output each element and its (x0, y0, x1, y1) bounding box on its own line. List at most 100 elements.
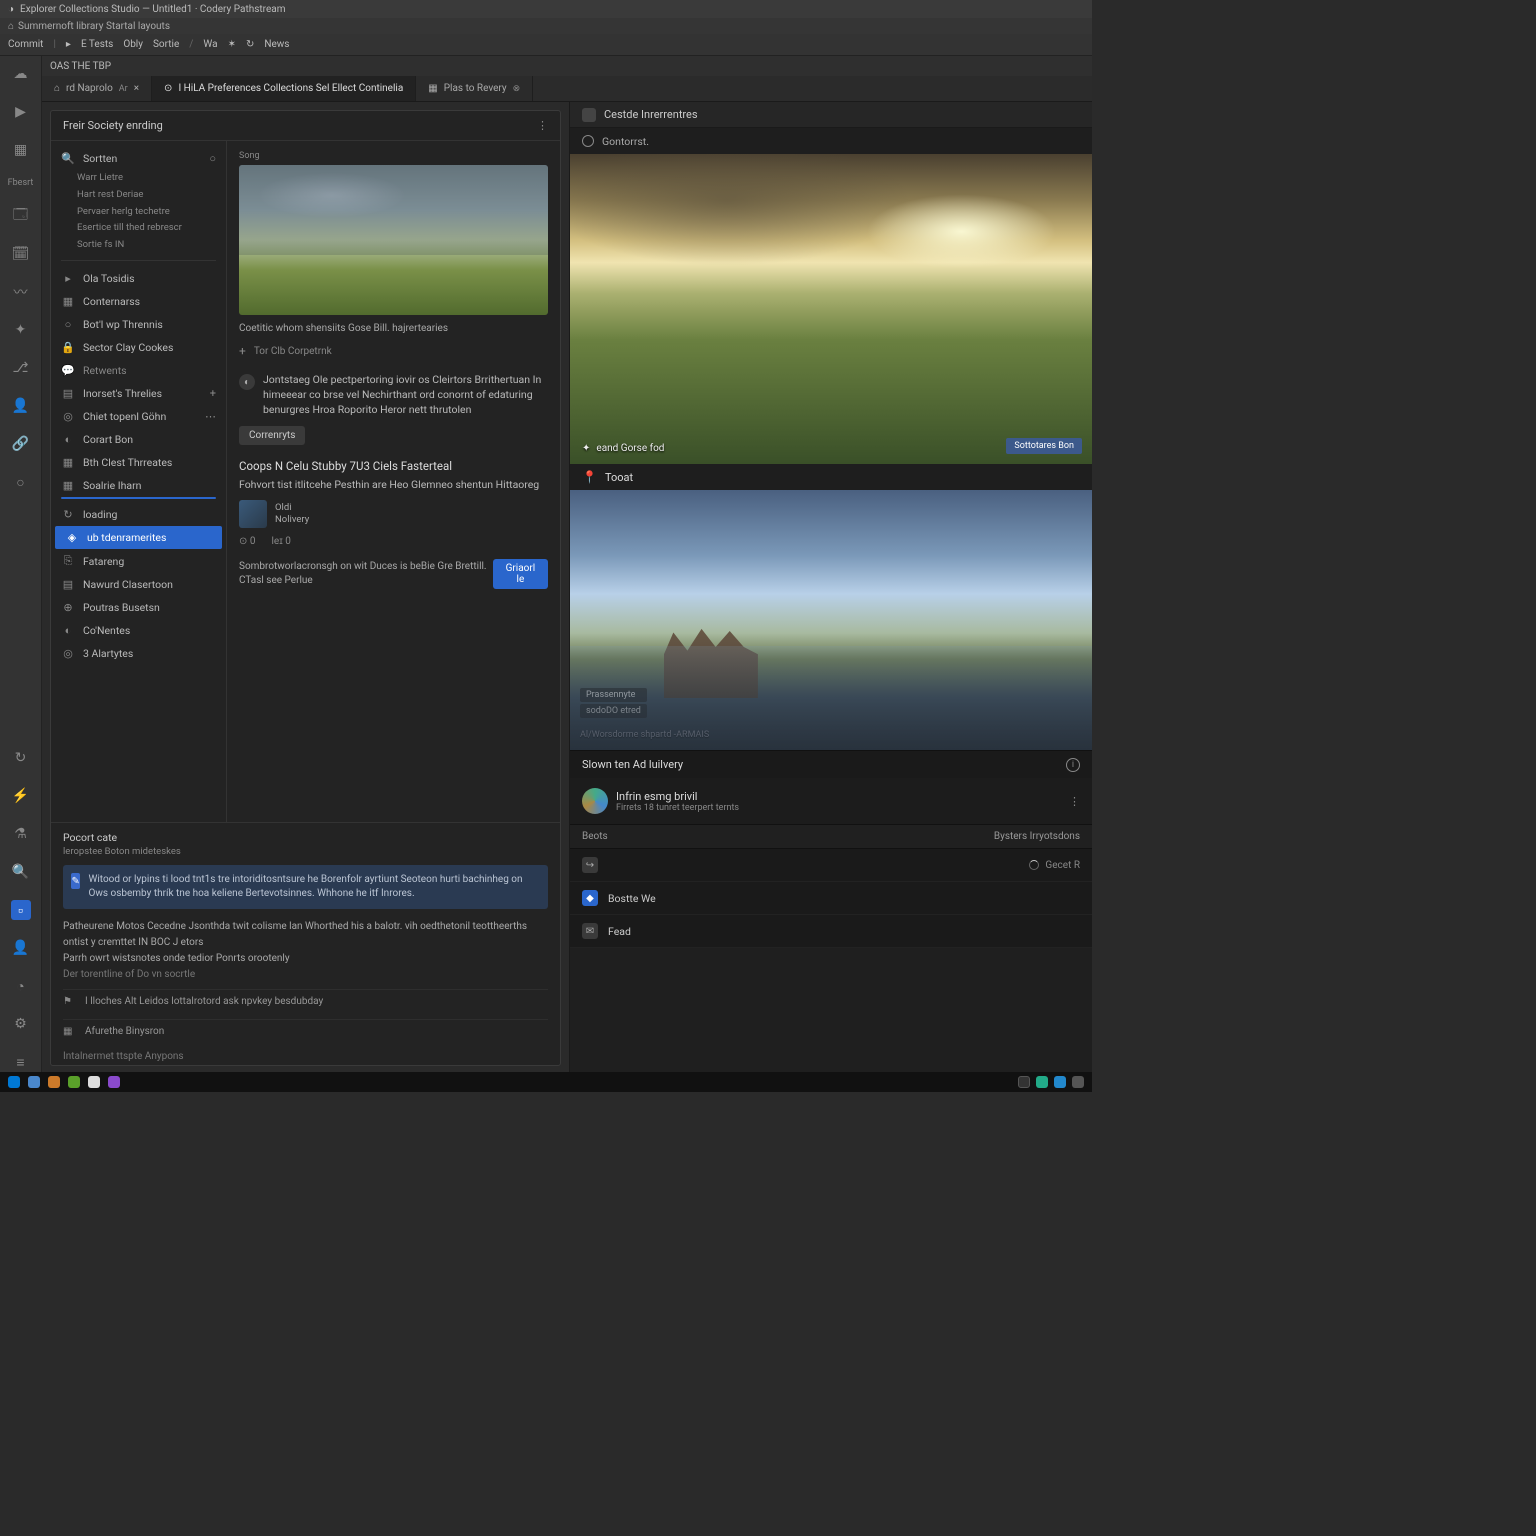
separator-label: Tor Clb Corpetrnk (254, 346, 332, 357)
nav-item-1[interactable]: ▦Conternarss (51, 290, 226, 313)
toolbar-refresh-icon[interactable]: ↻ (246, 39, 254, 50)
strip-lab-icon[interactable]: ⚗ (11, 824, 31, 844)
info-circle-icon[interactable]: i (1066, 758, 1080, 772)
strip-refresh-icon[interactable]: ↻ (11, 748, 31, 768)
list-row-1[interactable]: ◆Bostte We (570, 882, 1092, 915)
strip-doc-icon[interactable]: ▫ (11, 900, 31, 920)
nav-item-13[interactable]: ▤Nawurd Clasertoon (51, 573, 226, 596)
console-row-1[interactable]: ▦ Afurethe Binysron (63, 1019, 548, 1043)
tab-1[interactable]: ⊙ I HiLA Preferences Collections Sel Ell… (152, 76, 416, 101)
block2-action-button[interactable]: Griaorl le (493, 559, 548, 589)
strip-branch-icon[interactable]: ⎇ (11, 358, 31, 378)
nav-item-14[interactable]: ⊕Poutras Busetsn (51, 596, 226, 619)
strip-cloud-icon[interactable]: ☁ (11, 64, 31, 84)
nav-item-6-extra-icon[interactable]: ⋯ (205, 410, 216, 423)
nav-item-12[interactable]: ⎘Fatareng (51, 549, 226, 573)
console-row-0-label: I lloches Alt Leidos lottalrotord ask np… (85, 996, 323, 1007)
toolbar-item-0[interactable]: Commit (8, 39, 43, 50)
nav-item-12-icon: ⎘ (61, 554, 75, 568)
strip-graph-icon[interactable]: ✦ (11, 320, 31, 340)
nav-item-0[interactable]: ▸Ola Tosidis (51, 267, 226, 290)
strip-circle-icon[interactable]: ○ (11, 472, 31, 492)
hero-image-1[interactable]: ✦ eand Gorse fod Sottotares Bon (570, 154, 1092, 464)
taskbar-app-1[interactable] (8, 1076, 20, 1088)
strip-search-icon[interactable]: 🔍 (11, 862, 31, 882)
toolbar-star-icon[interactable]: ✶ (228, 39, 236, 50)
nav-item-16[interactable]: ◎3 Alartytes (51, 642, 226, 665)
nav-item-9-label: Soalrie Iharn (83, 479, 141, 492)
hero1-badge[interactable]: Sottotares Bon (1006, 438, 1082, 454)
nav-item-7[interactable]: ◐Corart Bon (51, 428, 226, 451)
panel-menu-icon[interactable]: ⋮ (537, 119, 548, 132)
nav-search[interactable]: 🔍 Sortten ○ (51, 147, 226, 170)
strip-link-icon[interactable]: 🔗 (11, 434, 31, 454)
toolbar-play-icon[interactable]: ▸ (66, 39, 71, 50)
tray-2[interactable] (1036, 1076, 1048, 1088)
nav-item-2[interactable]: ○Bot'l wp Thrennis (51, 313, 226, 336)
nav-item-11[interactable]: ◈ub tdenramerites (55, 526, 222, 549)
taskbar-app-5[interactable] (88, 1076, 100, 1088)
table-col-a: Beots (570, 825, 883, 848)
nav-item-4[interactable]: 💬Retwents (51, 359, 226, 382)
strip-run-icon[interactable]: ▶ (11, 102, 31, 122)
nav-item-9[interactable]: ▦Soalrie Iharn (51, 474, 226, 497)
nav-item-15[interactable]: ◐Co'Nentes (51, 619, 226, 642)
info-icon: ✎ (71, 873, 80, 889)
hero-image-2[interactable]: Prassennyte sodoDO etred Al/Worsdorme sh… (570, 490, 1092, 750)
strip-board-icon[interactable]: ▦ (11, 140, 31, 160)
taskbar-app-4[interactable] (68, 1076, 80, 1088)
tray-1[interactable] (1018, 1076, 1030, 1088)
nav-item-1-label: Conternarss (83, 295, 140, 308)
strip-user-icon[interactable]: 👤 (11, 938, 31, 958)
taskbar-app-3[interactable] (48, 1076, 60, 1088)
profile-menu-icon[interactable]: ⋮ (1069, 795, 1080, 808)
nav-item-8[interactable]: ▦Bth Clest Thrreates (51, 451, 226, 474)
toolbar-item-3[interactable]: Obly (123, 39, 143, 50)
list-row-0-icon: ↪ (582, 857, 598, 873)
list-row-0[interactable]: ↪Gecet R (570, 849, 1092, 882)
sparkle-icon: ✦ (582, 443, 590, 454)
right-header-icon (582, 108, 596, 122)
home-icon[interactable]: ⌂ (8, 21, 14, 32)
console-row-0[interactable]: ⚑ I lloches Alt Leidos lottalrotord ask … (63, 989, 548, 1013)
nav-item-10[interactable]: ↻loading (51, 503, 226, 526)
strip-wave-icon[interactable]: 〰 (11, 282, 31, 302)
strip-calendar-icon[interactable]: 🗓 (11, 244, 31, 264)
strip-window-icon[interactable]: 🗔 (11, 206, 31, 226)
tray-4[interactable] (1072, 1076, 1084, 1088)
nav-item-5[interactable]: ▤Inorset's Threlies+ (51, 382, 226, 405)
outer-tab-label[interactable]: OAS THE TBP (50, 61, 111, 72)
nav-item-3[interactable]: 🔒Sector Clay Cookes (51, 336, 226, 359)
taskbar-app-6[interactable] (108, 1076, 120, 1088)
nav-item-2-label: Bot'l wp Thrennis (83, 318, 163, 331)
nav-item-4-label: Retwents (83, 364, 127, 377)
strip-stack-icon[interactable]: ≡ (11, 1052, 31, 1072)
strip-settings-icon[interactable]: ⚙ (11, 1014, 31, 1034)
toolbar-item-5[interactable]: Wa (203, 39, 217, 50)
tab-0-close-icon[interactable]: × (134, 83, 139, 94)
strip-db-icon[interactable]: ◔ (11, 976, 31, 996)
list-row-2[interactable]: ✉Fead (570, 915, 1092, 948)
plus-icon[interactable]: + (239, 344, 246, 358)
detail-block-2: Coops N Celu Stubby 7U3 Ciels Fasterteal… (239, 459, 548, 589)
landscape-thumbnail[interactable] (239, 165, 548, 315)
nav-item-5-extra-icon[interactable]: + (210, 387, 216, 400)
tab-2[interactable]: ▦ Plas to Revery ⊗ (416, 76, 533, 101)
toolbar-item-8[interactable]: News (264, 39, 289, 50)
right-subheader: Gontorrst. (570, 128, 1092, 154)
tray-3[interactable] (1054, 1076, 1066, 1088)
strip-bolt-icon[interactable]: ⚡ (11, 786, 31, 806)
app-icon: ◑ (8, 4, 14, 15)
strip-person-icon[interactable]: 👤 (11, 396, 31, 416)
tab-0[interactable]: ⌂ rd Naprolo Ar × (42, 76, 152, 101)
tab-0-icon: ⌂ (54, 83, 60, 94)
stat-b: leɪ 0 (271, 536, 290, 547)
detail-block-1: ◐ Jontstaeg Ole pectpertoring iovir os C… (239, 372, 548, 445)
stat-a: ⊙ 0 (239, 536, 255, 547)
nav-item-11-label: ub tdenramerites (87, 531, 166, 544)
taskbar-app-2[interactable] (28, 1076, 40, 1088)
toolbar-item-4[interactable]: Sortie (153, 39, 179, 50)
nav-item-6[interactable]: ◎Chiet topenl Göhn⋯ (51, 405, 226, 428)
toolbar-item-2[interactable]: E Tests (81, 39, 113, 50)
block1-button[interactable]: Correnryts (239, 426, 305, 445)
